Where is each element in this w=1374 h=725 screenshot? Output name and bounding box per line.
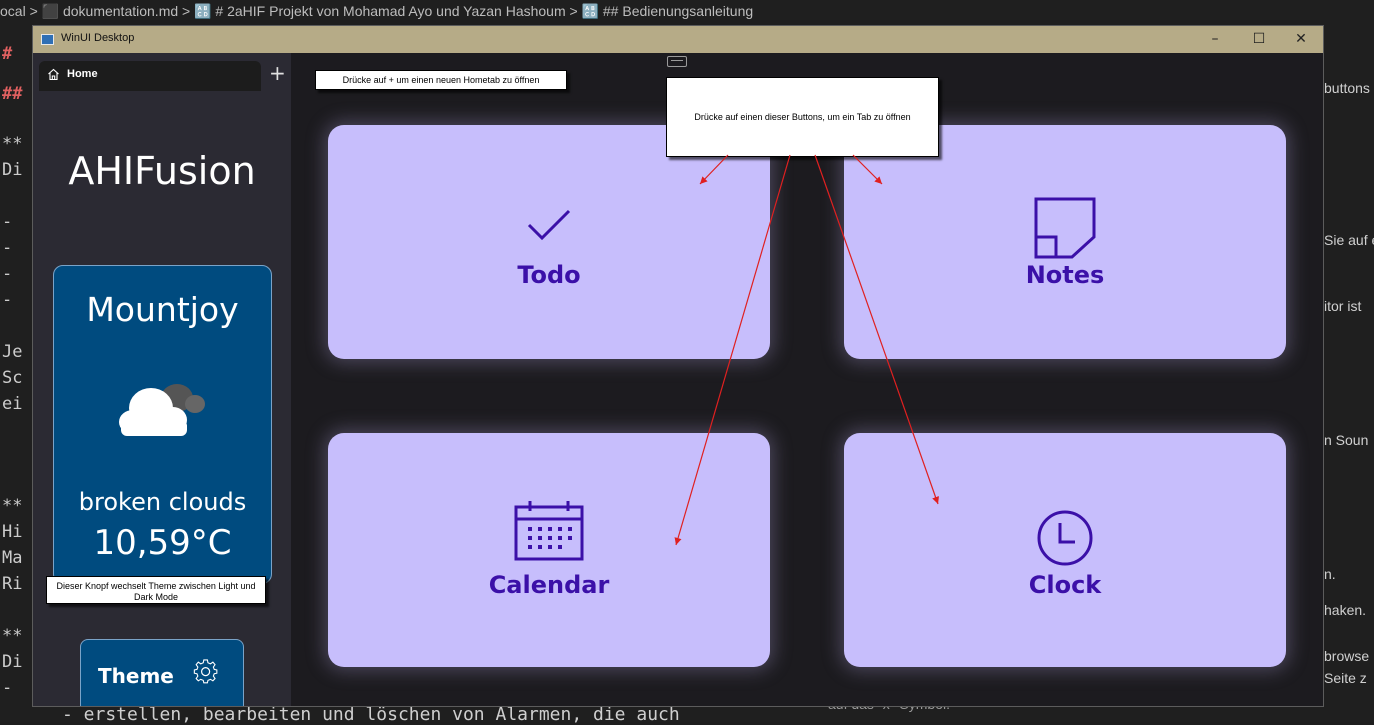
editor-line: Hi <box>2 522 23 542</box>
theme-button[interactable]: Theme <box>80 639 244 706</box>
maximize-button[interactable]: ☐ <box>1237 26 1281 53</box>
editor-line: - <box>2 212 13 232</box>
weather-card: Mountjoy broken clouds 10,59°C <box>53 265 272 584</box>
weather-city: Mountjoy <box>86 290 239 329</box>
editor-line: browse <box>1324 648 1370 664</box>
calendar-card[interactable]: Calendar <box>328 433 770 667</box>
editor-line: Ma <box>2 548 23 568</box>
checkmark-icon <box>527 209 571 241</box>
editor-line: Di <box>2 652 23 672</box>
editor-line: itor ist <box>1324 298 1362 314</box>
tab-home-label: Home <box>67 68 98 80</box>
editor-line: - <box>2 264 13 284</box>
close-button[interactable]: ✕ <box>1279 26 1323 53</box>
home-icon <box>48 68 59 81</box>
editor-line: haken. <box>1324 602 1367 618</box>
editor-line: Ri <box>2 574 23 594</box>
editor-line: Je <box>2 342 23 362</box>
hometab-annotation: Drücke auf + um einen neuen Hometab zu ö… <box>315 70 567 90</box>
gear-icon <box>193 659 218 684</box>
weather-description: broken clouds <box>78 488 247 516</box>
clock-card[interactable]: Clock <box>844 433 1286 667</box>
drag-handle[interactable] <box>667 56 687 67</box>
editor-line: buttons <box>1324 80 1370 96</box>
editor-line: Di <box>2 160 23 180</box>
calendar-icon <box>514 501 584 561</box>
window-title: WinUI Desktop <box>61 32 135 44</box>
editor-line: ei <box>2 394 23 414</box>
theme-button-label: Theme <box>98 664 174 688</box>
editor-line: n Soun <box>1324 432 1369 448</box>
weather-temperature: 10,59°C <box>93 523 232 563</box>
editor-line: ** <box>2 496 23 516</box>
notes-card[interactable]: Notes <box>844 125 1286 359</box>
todo-card[interactable]: Todo <box>328 125 770 359</box>
cloud-icon <box>119 384 205 436</box>
calendar-label: Calendar <box>488 571 610 599</box>
editor-line: Seite z <box>1324 670 1367 686</box>
app-icon <box>41 34 54 45</box>
clock-icon <box>1037 510 1093 566</box>
editor-line: n. <box>1324 566 1336 582</box>
editor-line: - <box>2 238 13 258</box>
editor-line: Sie auf e <box>1324 232 1374 248</box>
minimize-button[interactable]: – <box>1193 26 1237 53</box>
buttons-annotation: Drücke auf einen dieser Buttons, um ein … <box>666 77 939 157</box>
editor-line: - <box>2 290 13 310</box>
theme-annotation: Dieser Knopf wechselt Theme zwischen Lig… <box>46 576 266 604</box>
notes-label: Notes <box>1025 261 1105 289</box>
editor-line: # <box>2 44 13 64</box>
editor-line: Sc <box>2 368 23 388</box>
editor-line: ## <box>2 84 23 104</box>
app-title: AHIFusion <box>68 149 256 193</box>
title-bar[interactable]: WinUI Desktop – ☐ ✕ <box>33 26 1323 53</box>
tab-home[interactable]: Home <box>39 61 261 91</box>
editor-line: ** <box>2 626 23 646</box>
todo-label: Todo <box>517 261 581 289</box>
editor-line: - <box>2 678 13 698</box>
add-tab-button[interactable]: + <box>269 63 286 83</box>
editor-breadcrumb[interactable]: ocal > ⬛ dokumentation.md > 🔠 # 2aHIF Pr… <box>0 0 1374 26</box>
sidebar: Home + AHIFusion Mountjoy broken clouds … <box>33 53 291 706</box>
editor-line: ** <box>2 134 23 154</box>
clock-label: Clock <box>1028 571 1102 599</box>
note-icon <box>1034 197 1096 259</box>
